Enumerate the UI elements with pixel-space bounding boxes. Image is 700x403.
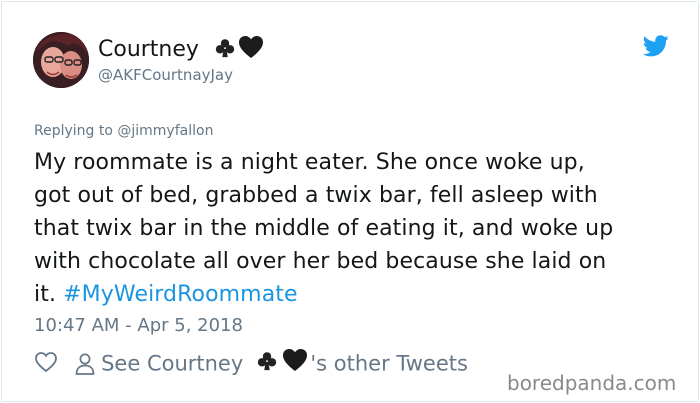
author-display-name[interactable]: Courtney (98, 35, 264, 67)
club-icon (214, 37, 236, 67)
tweet-text-last-line: it. #MyWeirdRoommate (34, 278, 674, 311)
display-name-text: Courtney (98, 37, 199, 62)
tweet-text: My roommate is a night eater. She once w… (34, 146, 674, 311)
see-other-tweets-link[interactable]: See Courtney 's other Tweets (74, 348, 468, 376)
tweet-text-line: with chocolate all over her bed because … (34, 249, 607, 274)
twitter-bird-icon[interactable] (642, 35, 671, 59)
tweet-text-line: My roommate is a night eater. She once w… (34, 150, 585, 175)
hashtag-link[interactable]: #MyWeirdRoommate (63, 282, 298, 307)
club-icon (256, 350, 278, 376)
watermark: boredpanda.com (507, 371, 677, 395)
other-tweets-prefix: See Courtney (101, 351, 244, 376)
other-tweets-suffix: 's other Tweets (310, 351, 468, 376)
author-handle[interactable]: @AKFCourtnayJay (98, 65, 233, 85)
tweet-timestamp[interactable]: 10:47 AM - Apr 5, 2018 (34, 314, 243, 338)
avatar[interactable] (33, 32, 89, 88)
avatar-photo (33, 32, 89, 88)
black-heart-icon (282, 348, 308, 376)
tweet-text-line: that twix bar in the middle of eating it… (34, 216, 614, 241)
person-icon (74, 352, 96, 376)
tweet-text-line: it. (34, 282, 57, 307)
tweet-card: Courtney @AKFCourtnayJay Replying to @ji… (1, 1, 699, 402)
tweet-text-line: got out of bed, grabbed a twix bar, fell… (34, 183, 598, 208)
replying-to[interactable]: Replying to @jimmyfallon (34, 122, 213, 140)
heart-icon[interactable] (34, 350, 58, 374)
black-heart-icon (238, 35, 264, 67)
